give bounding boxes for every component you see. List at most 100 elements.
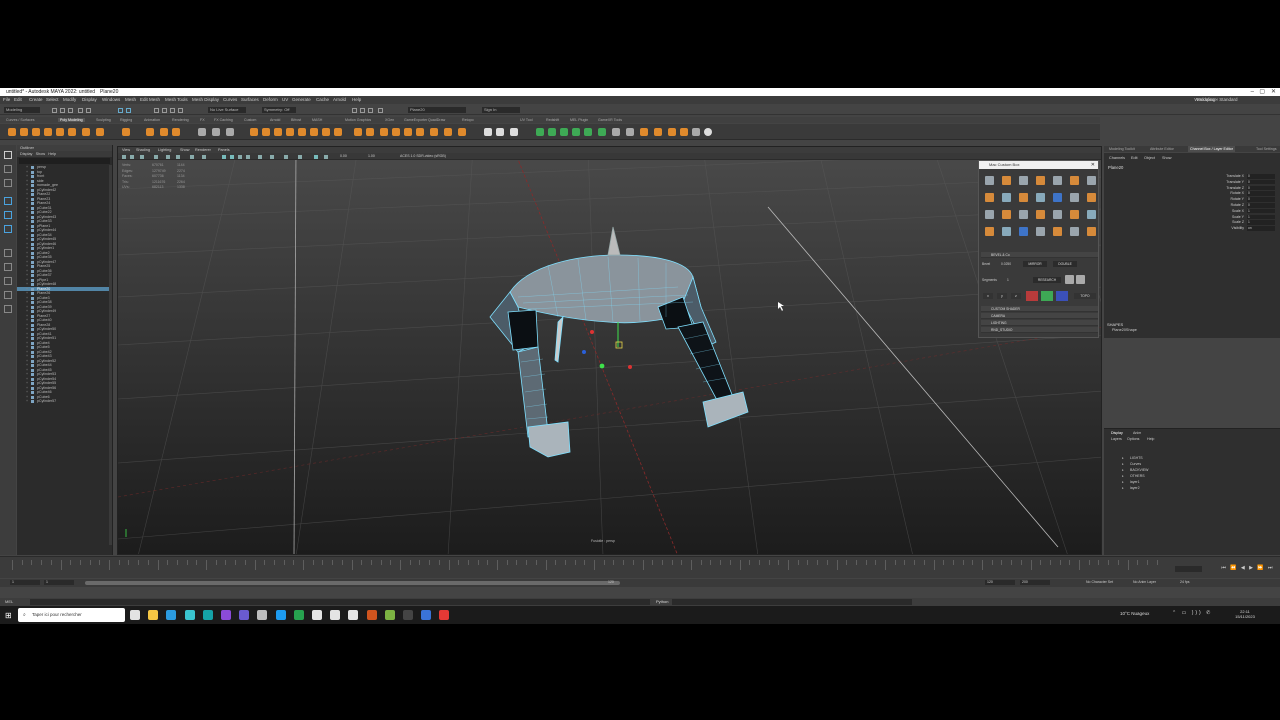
viewport-canvas[interactable] xyxy=(118,147,1102,555)
anim-end-field[interactable]: 200 xyxy=(1020,580,1050,585)
bevel-section-title[interactable]: BEVEL & Co xyxy=(981,252,1098,258)
minimize-button[interactable]: – xyxy=(1251,88,1254,96)
shelf-tab[interactable]: Motion Graphics xyxy=(345,118,371,122)
attribute-value[interactable]: 0 xyxy=(1247,203,1275,208)
menu-windows[interactable]: Windows xyxy=(102,97,120,102)
retopo-icon[interactable] xyxy=(334,128,342,136)
freeze-icon[interactable] xyxy=(640,128,648,136)
layer-tab-anim[interactable]: Anim xyxy=(1133,431,1141,435)
layout-graph-icon[interactable] xyxy=(4,305,12,313)
mcb-tool-icon[interactable] xyxy=(1002,210,1011,219)
outliner-menu-display[interactable]: Display xyxy=(20,152,32,156)
combine-icon[interactable] xyxy=(198,128,206,136)
mcb-tool-icon[interactable] xyxy=(1053,227,1062,236)
mode-select[interactable]: Modeling xyxy=(4,107,40,113)
mcb-tool-icon[interactable] xyxy=(1087,227,1096,236)
channel-menu-object[interactable]: Object xyxy=(1144,156,1155,160)
attribute-value[interactable]: 0 xyxy=(1247,191,1275,196)
shelf-tab[interactable]: FX xyxy=(200,118,205,122)
mcb-tool-icon[interactable] xyxy=(1002,193,1011,202)
topo-button[interactable]: TOPO xyxy=(1074,293,1096,299)
layer-item[interactable]: ▸ LIGHTS xyxy=(1122,456,1143,460)
shadows-icon[interactable] xyxy=(258,155,262,159)
script-language-toggle[interactable]: MEL xyxy=(5,599,13,604)
colorspace-select[interactable]: ACES 1.0 SDR-video (sRGB) xyxy=(400,154,446,158)
menu-edit[interactable]: Edit xyxy=(14,97,22,102)
boolean-icon[interactable] xyxy=(250,128,258,136)
taskbar-app-icon[interactable] xyxy=(330,610,341,620)
menu-arnold[interactable]: Arnold xyxy=(333,97,346,102)
wedge-icon[interactable] xyxy=(416,128,424,136)
range-slider-bar[interactable] xyxy=(85,581,620,585)
type-text-icon[interactable] xyxy=(160,128,168,136)
live-surface-field[interactable]: No Live Surface xyxy=(208,107,246,113)
range-start-inner-field[interactable]: 1 xyxy=(44,580,74,585)
mcb-tool-icon[interactable] xyxy=(1087,176,1096,185)
camera-icon[interactable] xyxy=(122,155,126,159)
lights-icon[interactable] xyxy=(246,155,250,159)
mcb-tool-icon[interactable] xyxy=(985,176,994,185)
scale-tool-icon[interactable] xyxy=(4,225,12,233)
layer-item[interactable]: ▸ BACKVIEW xyxy=(1122,468,1148,472)
mcb-tool-icon[interactable] xyxy=(1070,227,1079,236)
reset-icon[interactable] xyxy=(1076,275,1085,284)
channel-menu-channels[interactable]: Channels xyxy=(1109,156,1125,160)
uv-editor-icon[interactable] xyxy=(598,128,606,136)
layer-item[interactable]: ▸ Curves xyxy=(1122,462,1141,466)
mcb-tool-icon[interactable] xyxy=(985,227,994,236)
menu-mesh[interactable]: Mesh xyxy=(125,97,136,102)
clock[interactable]: 22:11 15/11/2023 xyxy=(1233,609,1257,619)
shelf-tab[interactable]: UV Tool xyxy=(520,118,533,122)
menu-cache[interactable]: Cache xyxy=(316,97,329,102)
shelf-tab[interactable]: XGen xyxy=(385,118,394,122)
wrench-icon[interactable] xyxy=(692,128,700,136)
attribute-name[interactable]: Scale Z xyxy=(1200,220,1244,224)
bevel-value[interactable]: 0.0250 xyxy=(1001,262,1011,266)
taskbar-app-icon[interactable] xyxy=(257,610,268,620)
mirror-button[interactable]: MIRROR xyxy=(1023,261,1047,267)
mcb-section[interactable]: LIGHTING xyxy=(981,320,1098,326)
taskbar-app-icon[interactable] xyxy=(221,610,231,620)
layer-visibility-icon[interactable]: ▸ xyxy=(1122,486,1124,490)
tab-tool-settings[interactable]: Tool Settings xyxy=(1256,146,1277,152)
edge-loop-icon[interactable] xyxy=(484,128,492,136)
menu-display[interactable]: Display xyxy=(82,97,97,102)
menu-mesh-tools[interactable]: Mesh Tools xyxy=(165,97,188,102)
layer-visibility-icon[interactable]: ▸ xyxy=(1122,480,1124,484)
shelf-tab[interactable]: QuadDraw xyxy=(428,118,445,122)
remesh-icon[interactable] xyxy=(322,128,330,136)
attribute-name[interactable]: Translate Z xyxy=(1200,186,1244,190)
select-hierarchy-icon[interactable] xyxy=(118,108,123,113)
bookmark-icon[interactable] xyxy=(140,155,144,159)
lock-icon[interactable] xyxy=(1065,275,1074,284)
layout-single-icon[interactable] xyxy=(4,249,12,257)
mcb-tool-icon[interactable] xyxy=(1036,210,1045,219)
shelf-tab[interactable]: Rigging xyxy=(120,118,132,122)
layer-visibility-icon[interactable]: ▸ xyxy=(1122,474,1124,478)
character-set-select[interactable]: No Character Set xyxy=(1086,580,1113,584)
outliner-scrollbar[interactable] xyxy=(109,165,112,545)
mcb-tool-icon[interactable] xyxy=(1070,193,1079,202)
poly-torus-icon[interactable] xyxy=(56,128,64,136)
hypershade-icon[interactable] xyxy=(654,128,662,136)
separate-icon[interactable] xyxy=(212,128,220,136)
snap-plane-icon[interactable] xyxy=(178,108,183,113)
smooth-icon[interactable] xyxy=(226,128,234,136)
uv-cylindrical-icon[interactable] xyxy=(548,128,556,136)
attribute-name[interactable]: Translate Y xyxy=(1200,180,1244,184)
mcb-tool-icon[interactable] xyxy=(1087,210,1096,219)
taskbar-app-icon[interactable] xyxy=(439,610,450,620)
light-icon[interactable] xyxy=(680,128,688,136)
anim-layer-select[interactable]: No Anim Layer xyxy=(1133,580,1156,584)
shelf-tab[interactable]: Custom xyxy=(244,118,256,122)
settings-icon[interactable] xyxy=(704,128,712,136)
shelf-tab[interactable]: Retopo xyxy=(462,118,474,122)
poly-plane-icon[interactable] xyxy=(68,128,76,136)
menu-create[interactable]: Create xyxy=(29,97,43,102)
expand-icon[interactable]: + xyxy=(26,399,28,404)
chamfer-icon[interactable] xyxy=(444,128,452,136)
mcb-tool-icon[interactable] xyxy=(1002,176,1011,185)
shelf-tab[interactable]: Curves / Surfaces xyxy=(6,118,35,122)
delete-history-icon[interactable] xyxy=(612,128,620,136)
shelf-tab-active[interactable]: Poly Modeling xyxy=(58,118,85,122)
